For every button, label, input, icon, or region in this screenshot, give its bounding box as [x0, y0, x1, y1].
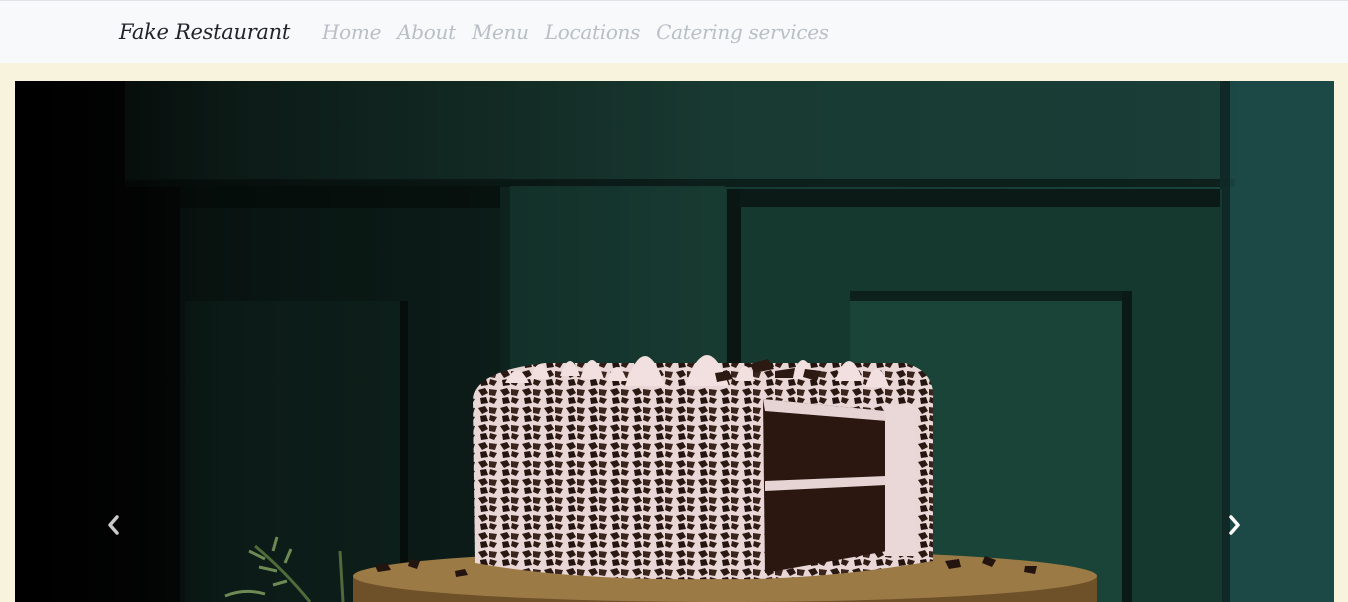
nav-link-catering-services[interactable]: Catering services: [656, 20, 829, 44]
nav-link-menu[interactable]: Menu: [472, 20, 529, 44]
brand-link[interactable]: Fake Restaurant: [119, 20, 290, 44]
nav-links: Home About Menu Locations Catering servi…: [322, 20, 829, 44]
nav-link-locations[interactable]: Locations: [545, 20, 641, 44]
chevron-left-icon: [108, 515, 119, 535]
nav-link-home[interactable]: Home: [322, 20, 381, 44]
carousel-slide-image: [15, 81, 1334, 602]
nav-link-about[interactable]: About: [397, 20, 456, 44]
carousel-next-button[interactable]: [1210, 501, 1258, 549]
top-navbar: Fake Restaurant Home About Menu Location…: [0, 0, 1348, 63]
image-carousel: [15, 81, 1334, 602]
carousel-prev-button[interactable]: [90, 501, 138, 549]
chevron-right-icon: [1229, 515, 1240, 535]
